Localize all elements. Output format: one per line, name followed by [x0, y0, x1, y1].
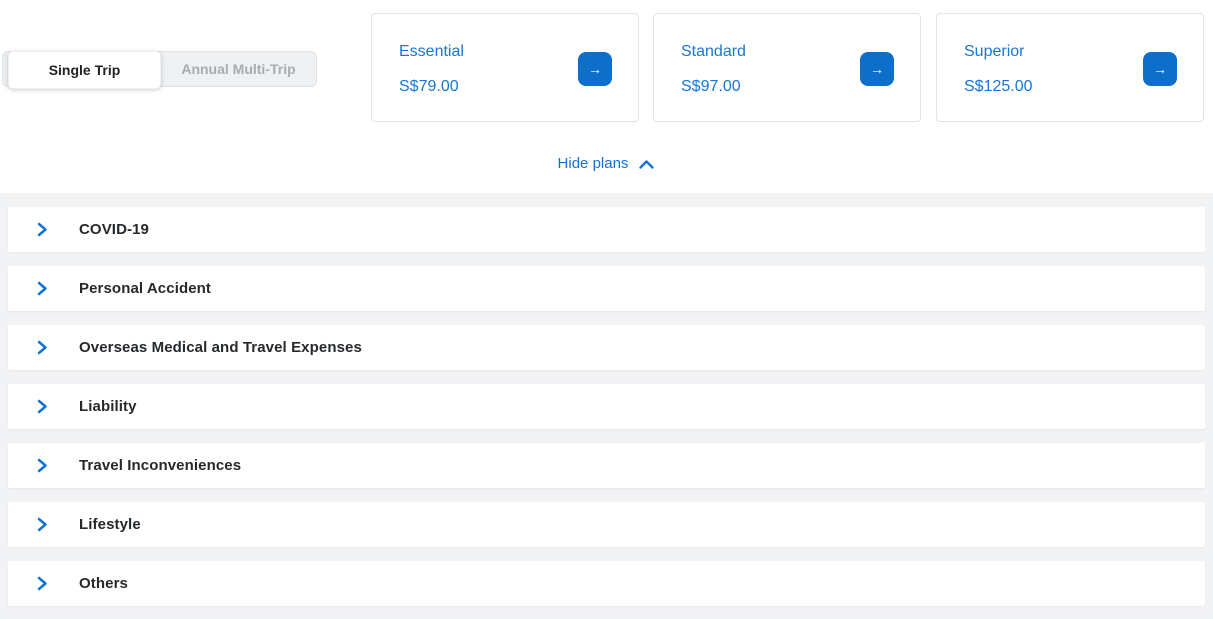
- plan-name: Superior: [964, 43, 1024, 61]
- benefit-row-covid-19[interactable]: COVID-19: [8, 207, 1205, 252]
- select-plan-button[interactable]: →: [1143, 52, 1177, 86]
- plans-overview-section: Single Trip Annual Multi-Trip Essential …: [0, 0, 1213, 193]
- travel-insurance-plans-page: Single Trip Annual Multi-Trip Essential …: [0, 0, 1213, 619]
- plan-card-essential: Essential S$79.00 →: [371, 13, 639, 122]
- plan-price: S$79.00: [399, 78, 459, 96]
- arrow-right-icon: →: [1153, 61, 1167, 77]
- benefit-label: COVID-19: [79, 221, 149, 238]
- plan-card-superior: Superior S$125.00 →: [936, 13, 1204, 122]
- benefit-row-overseas-medical[interactable]: Overseas Medical and Travel Expenses: [8, 325, 1205, 370]
- benefit-label: Lifestyle: [79, 516, 141, 533]
- select-plan-button[interactable]: →: [860, 52, 894, 86]
- plan-price: S$97.00: [681, 78, 741, 96]
- plan-card-standard: Standard S$97.00 →: [653, 13, 921, 122]
- benefit-label: Personal Accident: [79, 280, 211, 297]
- trip-type-toggle: Single Trip Annual Multi-Trip: [2, 51, 317, 87]
- chevron-right-icon: [36, 458, 49, 473]
- benefit-sections-list: COVID-19 Personal Accident Overseas Medi…: [0, 193, 1213, 619]
- hide-plans-label: Hide plans: [558, 155, 629, 172]
- toggle-single-trip[interactable]: Single Trip: [8, 51, 161, 89]
- chevron-right-icon: [36, 340, 49, 355]
- arrow-right-icon: →: [870, 61, 884, 77]
- chevron-up-icon: [638, 159, 655, 170]
- plan-name: Standard: [681, 43, 746, 61]
- benefit-row-liability[interactable]: Liability: [8, 384, 1205, 429]
- arrow-right-icon: →: [588, 61, 602, 77]
- toggle-single-trip-label: Single Trip: [49, 62, 121, 78]
- benefit-label: Overseas Medical and Travel Expenses: [79, 339, 362, 356]
- benefit-label: Travel Inconveniences: [79, 457, 241, 474]
- benefit-row-lifestyle[interactable]: Lifestyle: [8, 502, 1205, 547]
- plan-price: S$125.00: [964, 78, 1033, 96]
- chevron-right-icon: [36, 222, 49, 237]
- benefit-label: Others: [79, 575, 128, 592]
- chevron-right-icon: [36, 399, 49, 414]
- benefit-row-personal-accident[interactable]: Personal Accident: [8, 266, 1205, 311]
- select-plan-button[interactable]: →: [578, 52, 612, 86]
- chevron-right-icon: [36, 281, 49, 296]
- benefit-label: Liability: [79, 398, 137, 415]
- chevron-right-icon: [36, 517, 49, 532]
- benefit-row-others[interactable]: Others: [8, 561, 1205, 606]
- toggle-annual-multi-trip[interactable]: Annual Multi-Trip: [161, 52, 316, 86]
- hide-plans-link[interactable]: Hide plans: [0, 155, 1213, 172]
- benefit-row-travel-inconveniences[interactable]: Travel Inconveniences: [8, 443, 1205, 488]
- chevron-right-icon: [36, 576, 49, 591]
- plan-name: Essential: [399, 43, 464, 61]
- toggle-annual-multi-trip-label: Annual Multi-Trip: [181, 61, 295, 77]
